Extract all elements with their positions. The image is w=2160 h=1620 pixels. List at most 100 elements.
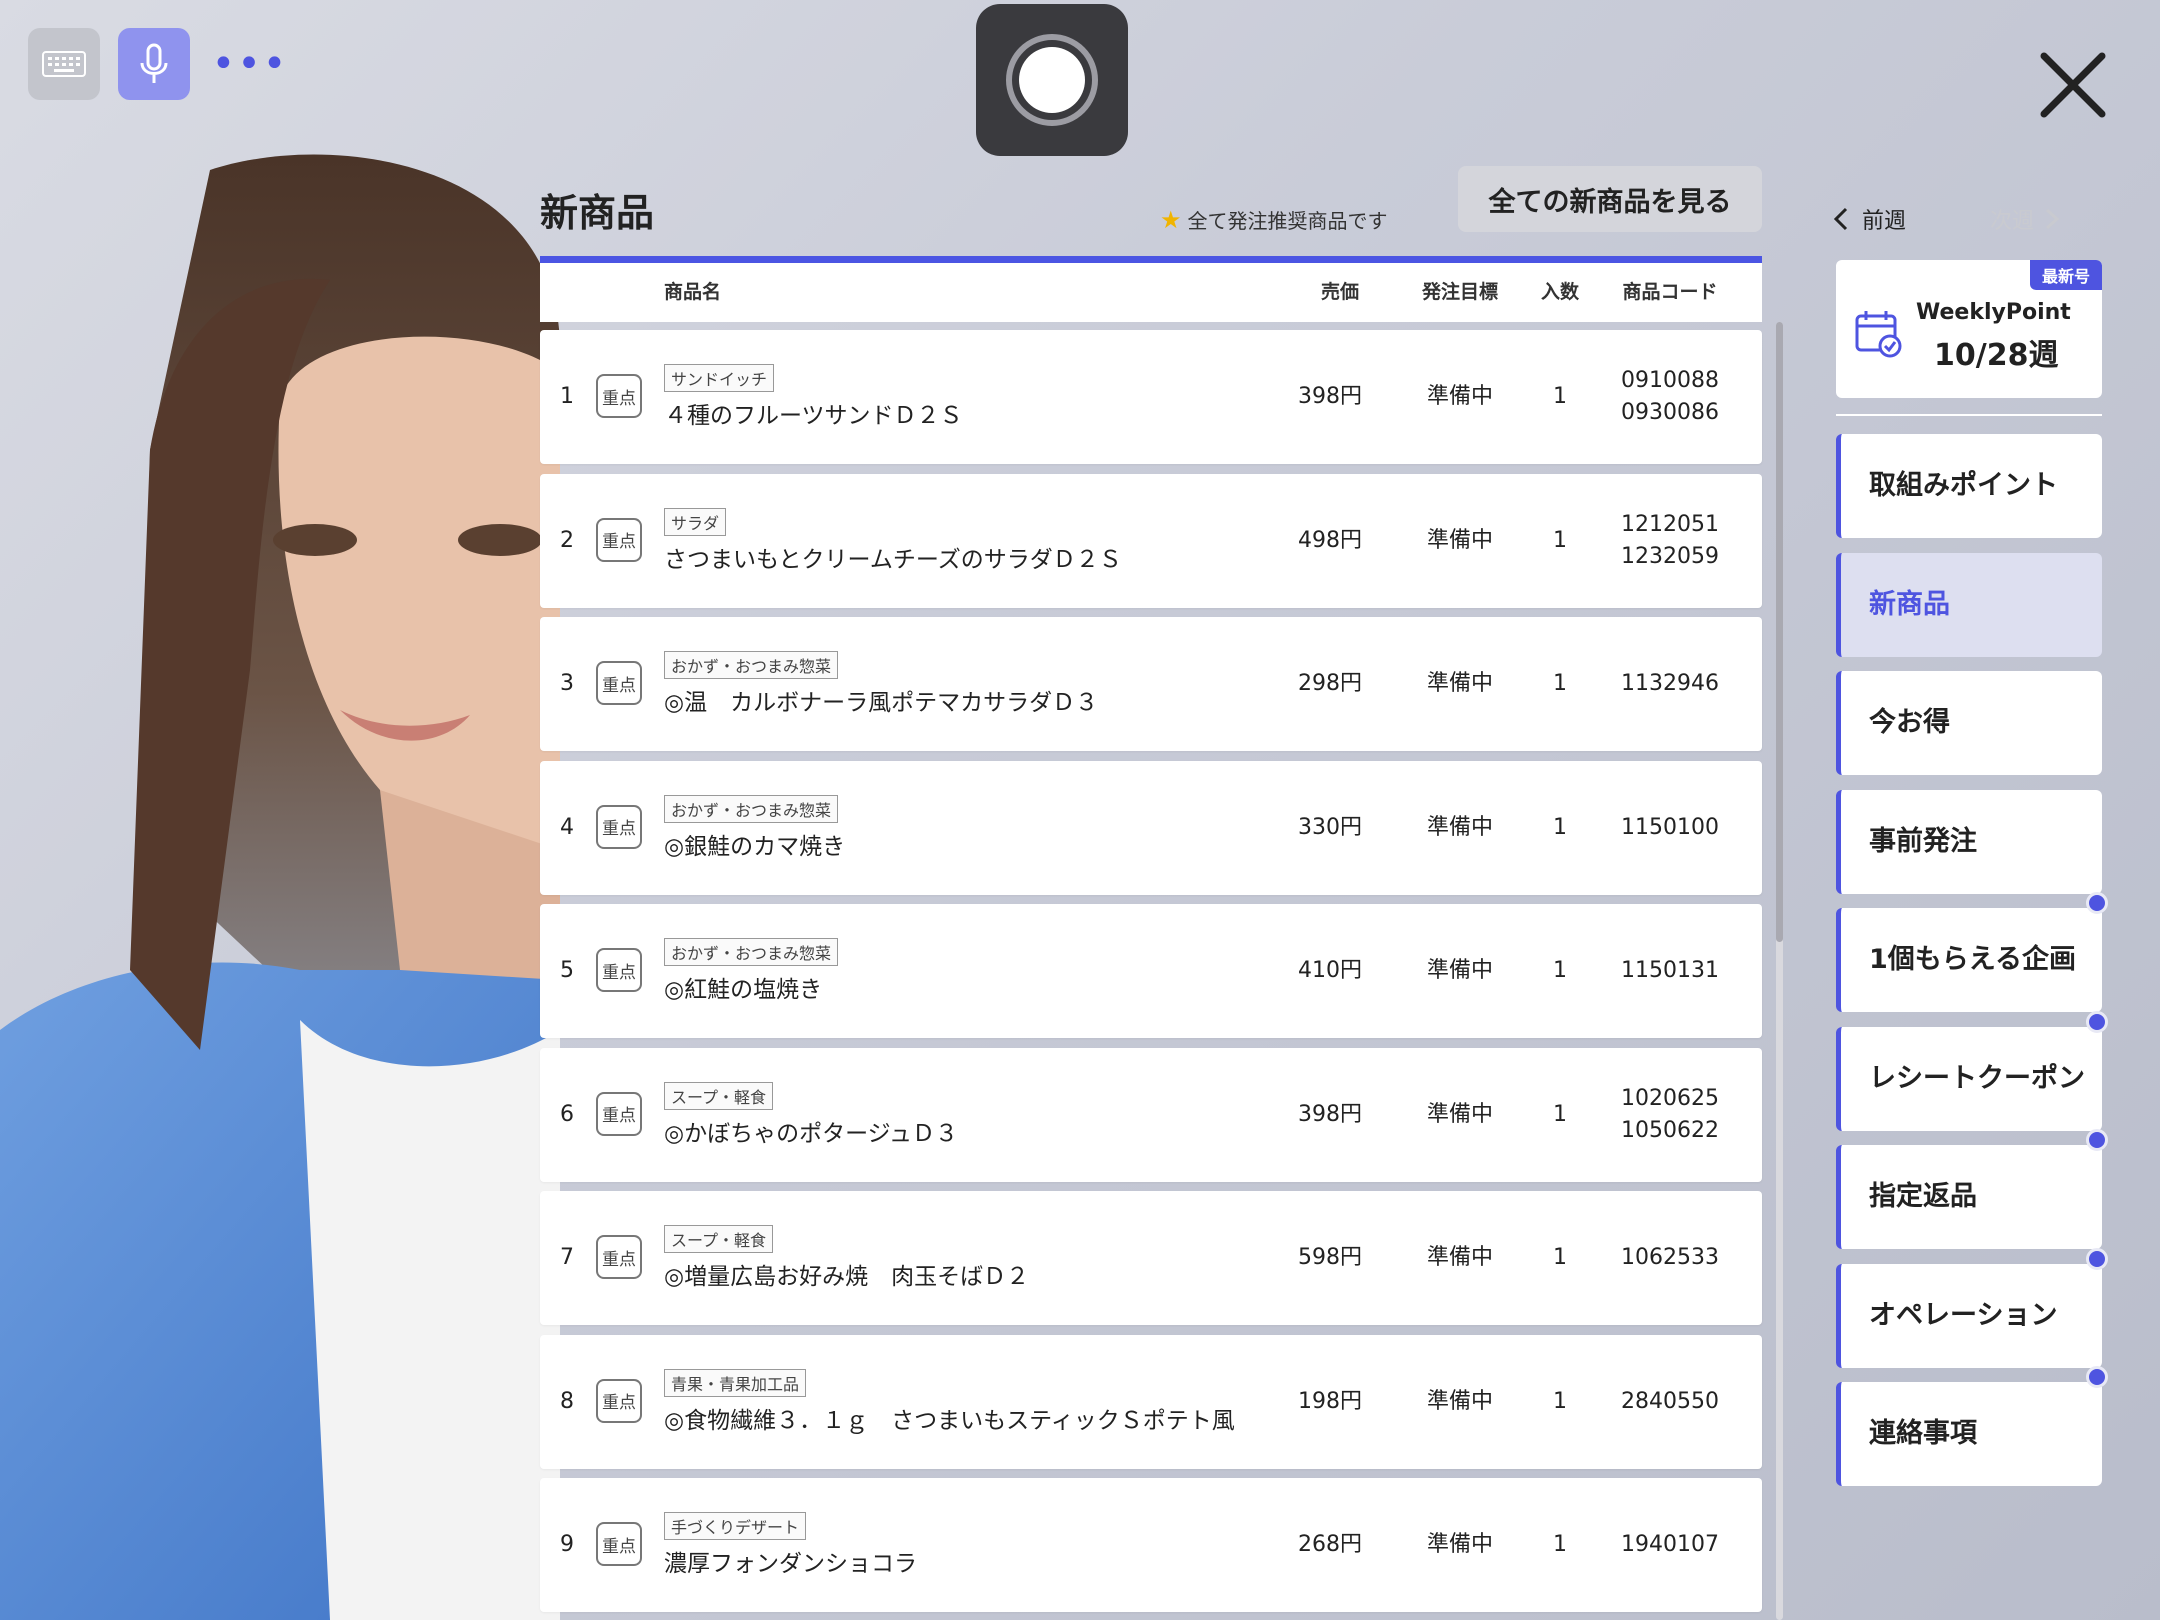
row-number: 7 [560, 1245, 574, 1270]
notification-dot [2086, 892, 2108, 914]
order-target: 準備中 [1426, 1101, 1493, 1127]
row-number: 9 [560, 1532, 574, 1557]
product-code: 2840550 [1621, 1388, 1719, 1414]
price: 598円 [1298, 1245, 1362, 1270]
price: 398円 [1298, 1101, 1362, 1127]
product-name: さつまいもとクリームチーズのサラダＤ２Ｓ [664, 546, 1122, 573]
priority-badge: 重点 [596, 1091, 642, 1136]
avatar-illustration [0, 154, 560, 1620]
table-header: 商品名 売価 発注目標 入数 商品コード [540, 256, 1762, 322]
product-codes: 1020625 1050622 [1610, 1048, 1730, 1182]
product-code: 1050622 [1621, 1117, 1719, 1143]
product-code: 1232059 [1621, 543, 1719, 569]
table-row[interactable]: 4 重点 おかず・おつまみ惣菜 ◎銀鮭のカマ焼き 330円 準備中 1 1150… [540, 760, 1762, 895]
row-number: 8 [560, 1388, 574, 1414]
keyboard-button[interactable] [28, 28, 100, 100]
microphone-icon [140, 43, 168, 83]
sidebar-item[interactable]: 新商品 [1836, 552, 2102, 657]
row-number: 1 [560, 384, 574, 409]
sidebar-item-label: 指定返品 [1869, 1181, 1977, 1212]
category-tag: おかず・おつまみ惣菜 [664, 938, 839, 966]
sidebar-item[interactable]: レシートクーポン [1836, 1010, 2108, 1131]
sidebar-item-label: 新商品 [1869, 588, 1950, 620]
calendar-check-icon [1855, 311, 1902, 358]
sidebar-divider [1836, 414, 2102, 416]
row-number: 6 [560, 1101, 574, 1127]
table-row[interactable]: 8 重点 青果・青果加工品 ◎食物繊維３．１ｇ さつまいもスティックＳポテト風 … [540, 1334, 1762, 1469]
quantity: 1 [1553, 1101, 1567, 1127]
sidebar-item[interactable]: 指定返品 [1836, 1129, 2108, 1249]
notification-dot [2086, 1129, 2108, 1151]
sidebar-item-label: 取組みポイント [1869, 470, 2058, 501]
product-name: ◎温 カルボナーラ風ポテマカサラダＤ３ [664, 690, 1099, 716]
prev-week-button[interactable]: 前週 [1832, 203, 1906, 235]
category-tag: スープ・軽食 [664, 1081, 774, 1110]
col-quantity: 入数 [1540, 281, 1579, 303]
notification-dot [2086, 1366, 2108, 1388]
table-row[interactable]: 2 重点 サラダ さつまいもとクリームチーズのサラダＤ２Ｓ 498円 準備中 1… [540, 473, 1762, 608]
weekly-point-card[interactable]: 最新号 WeeklyPoint 10/28週 [1836, 260, 2102, 398]
weekly-point-week: 10/28週 [1934, 338, 2059, 373]
keyboard-icon [42, 51, 86, 77]
sidebar-item[interactable]: 取組みポイント [1836, 434, 2102, 538]
order-target: 準備中 [1426, 384, 1493, 409]
row-number: 4 [560, 814, 574, 840]
recommend-note-text: 全て発注推奨商品です [1187, 209, 1388, 233]
product-code: 1150100 [1621, 814, 1719, 840]
quantity: 1 [1553, 671, 1567, 696]
category-tag: サンドイッチ [664, 364, 775, 392]
view-all-new-products-button[interactable]: 全ての新商品を見る [1458, 166, 1762, 232]
quantity: 1 [1553, 527, 1567, 553]
more-button[interactable]: ••• [212, 40, 287, 88]
record-button[interactable] [976, 4, 1128, 156]
priority-badge: 重点 [596, 374, 642, 418]
product-codes: 1132946 [1610, 617, 1730, 751]
row-number: 3 [560, 671, 574, 696]
category-tag: 青果・青果加工品 [664, 1368, 807, 1397]
notification-dot [2086, 1010, 2108, 1033]
priority-badge: 重点 [596, 804, 642, 849]
sidebar-item[interactable]: 事前発注 [1836, 789, 2102, 894]
table-row[interactable]: 7 重点 スープ・軽食 ◎増量広島お好み焼 肉玉そばＤ２ 598円 準備中 1 … [540, 1191, 1762, 1325]
table-row[interactable]: 6 重点 スープ・軽食 ◎かぼちゃのポタージュＤ３ 398円 準備中 1 102… [540, 1047, 1762, 1182]
close-icon[interactable] [2038, 50, 2108, 120]
table-row[interactable]: 1 重点 サンドイッチ ４種のフルーツサンドＤ２Ｓ 398円 準備中 1 091… [540, 330, 1762, 464]
table-row[interactable]: 3 重点 おかず・おつまみ惣菜 ◎温 カルボナーラ風ポテマカサラダＤ３ 298円… [540, 617, 1762, 751]
product-code: 0930086 [1621, 400, 1719, 425]
product-code: 1150131 [1621, 958, 1719, 983]
sidebar-item[interactable]: 連絡事項 [1836, 1366, 2108, 1486]
scrollbar-thumb[interactable] [1776, 322, 1783, 942]
category-tag: おかず・おつまみ惣菜 [664, 794, 839, 823]
scrollbar[interactable] [1776, 322, 1783, 1620]
price: 198円 [1298, 1388, 1362, 1414]
microphone-button[interactable] [118, 28, 190, 100]
latest-badge: 最新号 [2029, 260, 2102, 290]
quantity: 1 [1553, 814, 1567, 840]
quantity: 1 [1553, 958, 1567, 983]
quantity: 1 [1553, 1532, 1567, 1557]
product-code: 1940107 [1621, 1532, 1719, 1557]
col-product-name: 商品名 [664, 281, 722, 303]
col-product-code: 商品コード [1622, 281, 1718, 303]
quantity: 1 [1553, 1245, 1567, 1270]
sidebar-item-label: 事前発注 [1869, 825, 1977, 857]
order-target: 準備中 [1426, 1245, 1493, 1270]
sidebar-item[interactable]: 今お得 [1836, 671, 2102, 775]
quantity: 1 [1553, 384, 1567, 409]
chevron-left-icon [1833, 207, 1848, 231]
record-icon [1006, 34, 1098, 126]
sidebar-item[interactable]: オペレーション [1836, 1247, 2108, 1368]
sidebar-item[interactable]: 1個もらえる企画 [1836, 892, 2108, 1012]
product-codes: 1940107 [1610, 1478, 1730, 1612]
price: 330円 [1298, 814, 1362, 840]
sidebar-item-label: オペレーション [1869, 1299, 2058, 1331]
price: 398円 [1298, 384, 1362, 409]
product-name: ◎銀鮭のカマ焼き [664, 833, 846, 860]
product-name: ◎紅鮭の塩焼き [664, 977, 823, 1003]
product-codes: 1062533 [1610, 1191, 1730, 1325]
table-row[interactable]: 9 重点 手づくりデザート 濃厚フォンダンショコラ 268円 準備中 1 194… [540, 1478, 1762, 1612]
product-codes: 1212051 1232059 [1610, 474, 1730, 608]
next-week-button[interactable]: 次週 [1990, 203, 2060, 235]
table-row[interactable]: 5 重点 おかず・おつまみ惣菜 ◎紅鮭の塩焼き 410円 準備中 1 11501… [540, 904, 1762, 1038]
order-target: 準備中 [1426, 814, 1493, 840]
